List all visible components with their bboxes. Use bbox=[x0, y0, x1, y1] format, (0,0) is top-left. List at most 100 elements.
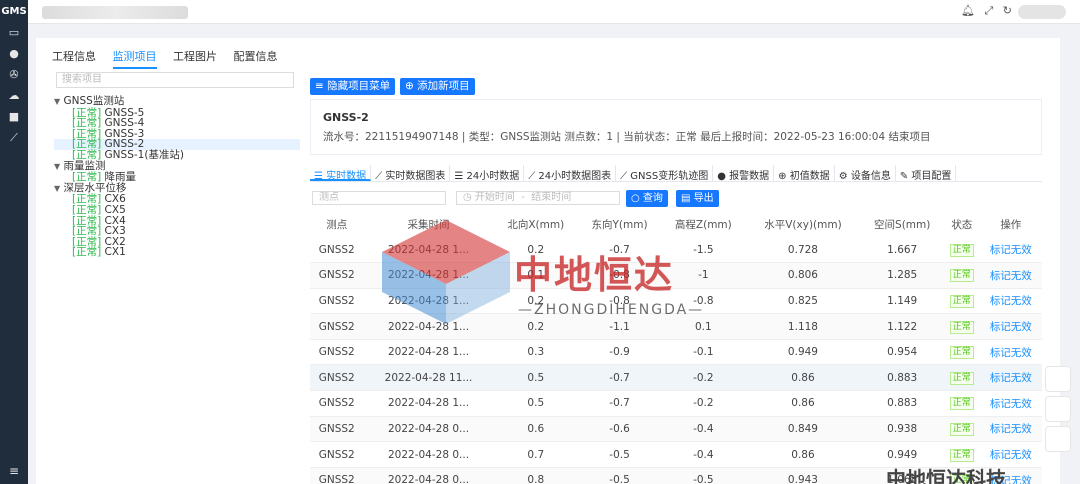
data-tab[interactable]: ⟋ GNSS变形轨迹图 bbox=[616, 165, 714, 182]
tab-project-images[interactable]: 工程图片 bbox=[173, 48, 217, 67]
cell-value: 0.2 bbox=[527, 320, 545, 333]
cell-value: -0.8 bbox=[693, 294, 714, 307]
data-tab[interactable]: ⟋ 实时数据图表 bbox=[371, 165, 451, 182]
table-cell[interactable]: 标记无效 bbox=[979, 313, 1042, 340]
cell-value: GNSS2 bbox=[318, 320, 355, 333]
bell-icon[interactable]: 🔔︎ bbox=[961, 4, 975, 17]
side-qr-button[interactable] bbox=[1045, 396, 1071, 422]
end-time: 结束时间 bbox=[531, 192, 572, 203]
table-cell: 0.849 bbox=[745, 416, 861, 443]
fullscreen-icon[interactable]: ⤢ bbox=[984, 4, 993, 17]
data-tab[interactable]: ⚙ 设备信息 bbox=[835, 165, 896, 182]
mark-invalid-link[interactable]: 标记无效 bbox=[990, 244, 1032, 256]
data-tab[interactable]: ☰ 实时数据 bbox=[310, 165, 372, 182]
table-cell: 0.6 bbox=[493, 416, 578, 443]
mark-invalid-link[interactable]: 标记无效 bbox=[990, 270, 1032, 282]
hide-menu-button[interactable]: ≡ 隐藏项目菜单 bbox=[310, 78, 396, 95]
camera-icon[interactable]: ■ bbox=[0, 106, 28, 127]
user-icon[interactable]: ● bbox=[0, 43, 28, 64]
mark-invalid-link[interactable]: 标记无效 bbox=[990, 295, 1032, 307]
column-header: 水平V(xy)(mm) bbox=[764, 218, 842, 231]
data-tab[interactable]: ✎ 项目配置 bbox=[896, 165, 957, 182]
query-button[interactable]: ○ 查询 bbox=[626, 190, 668, 207]
cell-value: GNSS2 bbox=[318, 371, 355, 384]
table-cell: 正常 bbox=[944, 288, 980, 315]
table-row: GNSS2 2022-04-28 11... 0.5 -0.7 -0.2 0.86 0.88… bbox=[310, 364, 1042, 392]
point-select[interactable]: 测点 bbox=[312, 191, 446, 205]
table-cell: 0.5 bbox=[493, 390, 578, 417]
table-cell: -0.5 bbox=[577, 467, 662, 484]
cell-value: 0.949 bbox=[787, 346, 818, 359]
table-cell: GNSS2 bbox=[310, 467, 364, 484]
table-cell: -0.8 bbox=[577, 262, 662, 289]
chart-icon[interactable]: ⟋ bbox=[0, 127, 28, 148]
mark-invalid-link[interactable]: 标记无效 bbox=[990, 398, 1032, 410]
tree-item[interactable]: [正常] CX1 bbox=[54, 247, 300, 258]
cell-value: 0.883 bbox=[887, 397, 918, 410]
cell-value: GNSS2 bbox=[318, 397, 355, 410]
cell-value: 0.86 bbox=[791, 371, 815, 384]
cell-value: 0.728 bbox=[787, 243, 818, 256]
table-cell: GNSS2 bbox=[310, 416, 364, 443]
caret-down-icon[interactable]: ▼ bbox=[54, 184, 60, 193]
cell-value: GNSS2 bbox=[318, 294, 355, 307]
column-header: 测点 bbox=[326, 218, 348, 231]
column-header: 采集时间 bbox=[407, 218, 450, 231]
blurred-user-avatar[interactable] bbox=[1018, 5, 1066, 19]
caret-down-icon[interactable]: ▼ bbox=[54, 162, 60, 171]
cell-value: 2022-04-28 1... bbox=[387, 294, 470, 307]
mark-invalid-link[interactable]: 标记无效 bbox=[990, 423, 1032, 435]
tree-group-label: GNSS监测站 bbox=[63, 95, 125, 107]
cell-value: GNSS2 bbox=[318, 448, 355, 461]
table-cell[interactable]: 标记无效 bbox=[979, 288, 1042, 315]
table-cell: -1.1 bbox=[577, 313, 662, 340]
status-badge: 正常 bbox=[949, 346, 974, 360]
cell-value: 1.122 bbox=[887, 320, 918, 333]
table-cell: 0.1 bbox=[493, 262, 578, 289]
left-nav-rail: GMS ▭ ● ✇ ☁ ■ ⟋ ≡ bbox=[0, 0, 28, 484]
start-time: 开始时间 bbox=[474, 192, 515, 203]
side-logo-button[interactable] bbox=[1045, 366, 1071, 392]
cell-value: -0.6 bbox=[609, 422, 630, 435]
side-copy-button[interactable] bbox=[1045, 426, 1071, 452]
table-cell: 2022-04-28 1... bbox=[363, 237, 494, 264]
data-tab[interactable]: ☰ 24小时数据 bbox=[450, 165, 525, 182]
table-cell[interactable]: 标记无效 bbox=[979, 364, 1042, 392]
mark-invalid-link[interactable]: 标记无效 bbox=[990, 347, 1032, 359]
table-cell[interactable]: 标记无效 bbox=[979, 416, 1042, 443]
table-cell: 1.118 bbox=[745, 313, 861, 340]
data-tab[interactable]: ● 报警数据 bbox=[713, 165, 775, 182]
tab-config-info[interactable]: 配置信息 bbox=[234, 48, 278, 67]
tree-item-label: CX1 bbox=[104, 246, 126, 259]
cloud-icon[interactable]: ☁ bbox=[0, 85, 28, 106]
cell-value: 2022-04-28 0... bbox=[387, 448, 470, 461]
bike-icon[interactable]: ✇ bbox=[0, 64, 28, 85]
table-cell: -0.1 bbox=[661, 339, 746, 366]
data-tab[interactable]: ⟋ 24小时数据图表 bbox=[524, 165, 617, 182]
data-tab[interactable]: ⊕ 初值数据 bbox=[774, 165, 835, 182]
cell-value: GNSS2 bbox=[318, 243, 355, 256]
tab-project-info[interactable]: 工程信息 bbox=[52, 48, 96, 67]
export-button[interactable]: ▤ 导出 bbox=[676, 190, 719, 207]
table-cell[interactable]: 标记无效 bbox=[979, 390, 1042, 417]
caret-down-icon[interactable]: ▼ bbox=[54, 97, 60, 106]
status-tag: [正常] bbox=[72, 246, 102, 259]
monitor-icon[interactable]: ▭ bbox=[0, 22, 28, 43]
mark-invalid-link[interactable]: 标记无效 bbox=[990, 321, 1032, 333]
table-cell[interactable]: 标记无效 bbox=[979, 262, 1042, 289]
mark-invalid-link[interactable]: 标记无效 bbox=[990, 372, 1032, 384]
table-cell: GNSS2 bbox=[310, 237, 364, 264]
project-info-card: GNSS-2 流水号：22115194907148 | 类型：GNSS监测站 测… bbox=[310, 99, 1042, 155]
menu-icon[interactable]: ≡ bbox=[0, 464, 28, 478]
range-dash: - bbox=[521, 192, 525, 203]
table-cell[interactable]: 标记无效 bbox=[979, 237, 1042, 264]
table-cell: 2022-04-28 1... bbox=[363, 339, 494, 366]
table-cell[interactable]: 标记无效 bbox=[979, 339, 1042, 366]
mark-invalid-link[interactable]: 标记无效 bbox=[990, 449, 1032, 461]
refresh-icon[interactable]: ↻ bbox=[1003, 4, 1012, 17]
add-project-button[interactable]: ⊕ 添加新项目 bbox=[400, 78, 475, 95]
date-range-picker[interactable]: ◷ 开始时间 - 结束时间 bbox=[456, 191, 620, 205]
search-project-input[interactable]: 搜索项目 bbox=[56, 72, 294, 88]
tab-monitor-items[interactable]: 监测项目 bbox=[112, 48, 157, 69]
cell-value: -0.9 bbox=[609, 346, 630, 359]
